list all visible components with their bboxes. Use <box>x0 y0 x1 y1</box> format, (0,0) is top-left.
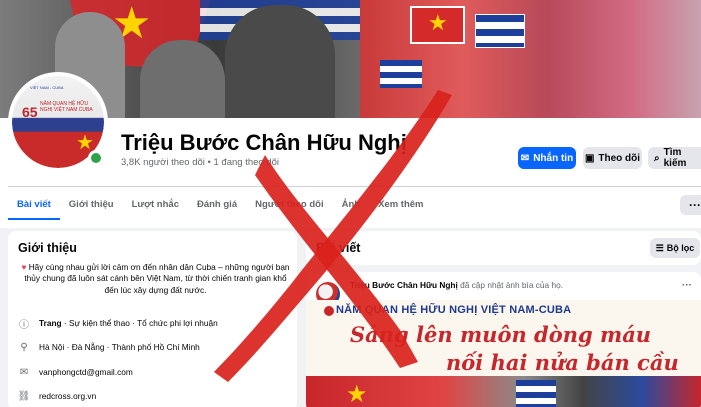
location-text: Hà Nội · Đà Nẵng · Thành phố Hồ Chí Minh <box>39 342 200 352</box>
intro-website[interactable]: ⛓ redcross.org.vn <box>17 390 97 402</box>
post-image[interactable]: NĂM QUAN HỆ HỮU NGHỊ VIỆT NAM-CUBA Sáng … <box>306 300 701 407</box>
cuba-flag-graphic <box>516 380 556 407</box>
follow-button[interactable]: ▣ Theo dõi <box>583 147 642 169</box>
tab-posts[interactable]: Bài viết <box>8 190 60 220</box>
heart-icon: ♥ <box>21 262 27 272</box>
intro-category: ⓘ Trang · Sự kiện thể thao · Tổ chức phi… <box>18 317 218 331</box>
intro-email[interactable]: ✉ vanphongctd@gmail.com <box>18 366 133 378</box>
intro-location: ⚲ Hà Nội · Đà Nẵng · Thành phố Hồ Chí Mi… <box>18 341 200 353</box>
online-status-dot <box>88 150 104 166</box>
more-options-button[interactable]: ··· <box>680 195 701 215</box>
star-icon: ★ <box>346 381 368 407</box>
intro-bio: ♥ Hãy cùng nhau gửi lời cảm ơn đến nhân … <box>18 262 293 296</box>
search-button-label: Tìm kiếm <box>663 147 687 169</box>
followers-count[interactable]: 3,8K người theo dõi • 1 đang theo dõi <box>121 157 279 168</box>
tab-followers[interactable]: Người theo dõi <box>246 190 333 220</box>
banner-slogan-1: Sáng lên muôn dòng máu <box>350 322 652 347</box>
avatar-number: 65 <box>22 104 38 120</box>
filter-icon: ☰ <box>655 242 664 253</box>
follow-button-label: Theo dõi <box>598 152 641 164</box>
filter-button[interactable]: ☰ Bộ lọc <box>650 238 700 258</box>
cover-photo[interactable]: ★ ★ <box>0 0 701 118</box>
tab-mentions[interactable]: Lượt nhắc <box>123 190 188 220</box>
messenger-icon: ✉ <box>520 152 530 164</box>
tab-about[interactable]: Giới thiệu <box>60 190 123 220</box>
message-button[interactable]: ✉ Nhắn tin <box>518 147 576 169</box>
posts-title: Bài viết <box>316 241 361 255</box>
avatar-title: NĂM QUAN HỆ HỮU NGHỊ VIỆT NAM CUBA <box>40 101 93 113</box>
mail-icon: ✉ <box>19 366 29 378</box>
intro-bio-text: Hãy cùng nhau gửi lời cảm ơn đến nhân dâ… <box>24 262 290 295</box>
star-icon: ★ <box>428 10 448 35</box>
tab-photos[interactable]: Ảnh <box>333 190 369 220</box>
avatar-caption: VIỆT NAM - CUBA <box>30 85 64 90</box>
email-text[interactable]: vanphongctd@gmail.com <box>39 367 133 377</box>
intro-title: Giới thiệu <box>18 241 77 255</box>
post-card: Triệu Bước Chân Hữu Nghị đã cập nhật ảnh… <box>306 272 701 407</box>
search-button[interactable]: ⌕ Tìm kiếm <box>648 147 701 169</box>
intro-card: Giới thiệu ♥ Hãy cùng nhau gửi lời cảm ơ… <box>8 231 297 407</box>
post-menu-button[interactable]: ··· <box>682 280 692 291</box>
post-header: Triệu Bước Chân Hữu Nghị đã cập nhật ảnh… <box>350 280 563 290</box>
post-action-text: đã cập nhật ảnh bìa của họ. <box>457 280 563 290</box>
profile-tabs: Bài viết Giới thiệu Lượt nhắc Đánh giá N… <box>8 190 433 220</box>
follow-icon: ▣ <box>584 152 595 164</box>
website-link[interactable]: redcross.org.vn <box>39 391 96 401</box>
cuba-flag-graphic <box>475 14 525 48</box>
banner-heading: NĂM QUAN HỆ HỮU NGHỊ VIỆT NAM-CUBA <box>336 304 572 316</box>
category-label: Trang <box>39 318 62 328</box>
message-button-label: Nhắn tin <box>533 152 574 164</box>
cuba-flag-graphic <box>380 60 422 88</box>
info-icon: ⓘ <box>19 319 29 331</box>
post-author-name[interactable]: Triệu Bước Chân Hữu Nghị <box>350 280 458 290</box>
location-icon: ⚲ <box>20 341 28 353</box>
search-icon: ⌕ <box>654 152 660 164</box>
posts-header: Bài viết ☰ Bộ lọc <box>306 231 701 265</box>
cover-person <box>225 5 335 118</box>
banner-slogan-2: nối hai nửa bán cầu <box>446 350 679 375</box>
category-value: · Sự kiện thể thao · Tổ chức phi lợi nhu… <box>61 318 218 328</box>
page-title: Triệu Bước Chân Hữu Nghị <box>121 130 407 155</box>
logo-dot <box>324 306 334 316</box>
filter-label: Bộ lọc <box>666 243 695 253</box>
cover-person <box>140 40 225 118</box>
tab-reviews[interactable]: Đánh giá <box>188 190 246 220</box>
header-divider <box>8 186 701 187</box>
link-icon: ⛓ <box>17 390 31 402</box>
tab-more[interactable]: Xem thêm <box>369 190 432 220</box>
cover-right-image: ★ <box>360 0 701 118</box>
